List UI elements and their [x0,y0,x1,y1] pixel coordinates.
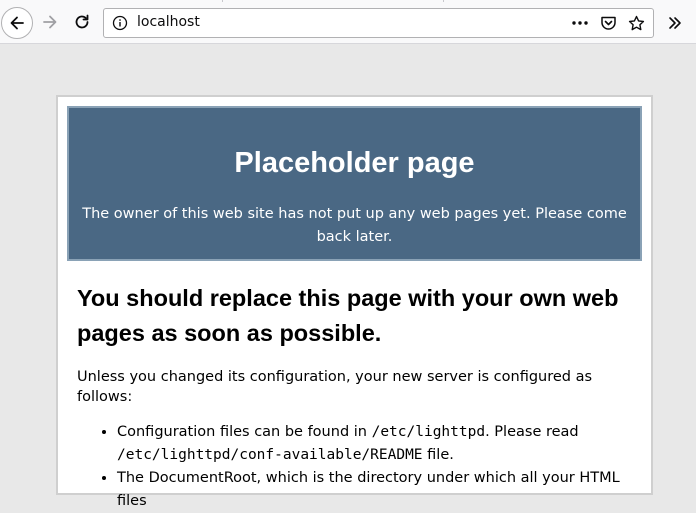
banner-subtitle: The owner of this web site has not put u… [82,206,627,245]
reload-button[interactable] [67,7,97,37]
banner-title: Placeholder page [234,147,475,179]
active-tab-edge[interactable] [222,0,444,2]
page-content: You should replace this page with your o… [77,281,637,513]
back-arrow-icon [10,16,24,30]
list-item-text: . Please read [485,424,579,440]
readme-path-code: /etc/lighttpd/conf-available/README [117,447,423,463]
overflow-menu-button[interactable] [662,10,688,36]
more-horizontal-icon[interactable] [569,13,591,33]
browser-toolbar: localhost [0,0,696,44]
config-path-code: /etc/lighttpd [371,424,486,440]
url-text[interactable]: localhost [137,14,200,30]
chevron-double-right-icon [669,17,681,29]
main-heading: You should replace this page with your o… [77,285,619,346]
list-item-text: The DocumentRoot, which is the directory… [117,470,620,509]
page-container: Placeholder page The owner of this web s… [56,95,653,509]
pocket-icon[interactable] [597,13,619,33]
reload-icon [75,14,89,29]
back-button[interactable] [1,7,33,39]
list-item: The DocumentRoot, which is the directory… [117,467,637,513]
list-item: Configuration files can be found in /etc… [117,421,637,467]
forward-arrow-icon [43,15,57,29]
placeholder-banner: Placeholder page The owner of this web s… [67,106,642,261]
bookmark-star-icon[interactable] [625,13,647,33]
site-info-icon[interactable] [112,15,128,31]
list-item-text: file. [422,447,454,463]
url-bar[interactable]: localhost [103,8,654,38]
forward-button[interactable] [35,7,65,37]
list-item-text: Configuration files can be found in [117,424,372,440]
config-list: Configuration files can be found in /etc… [77,421,637,513]
intro-text: Unless you changed its configuration, yo… [77,369,593,405]
